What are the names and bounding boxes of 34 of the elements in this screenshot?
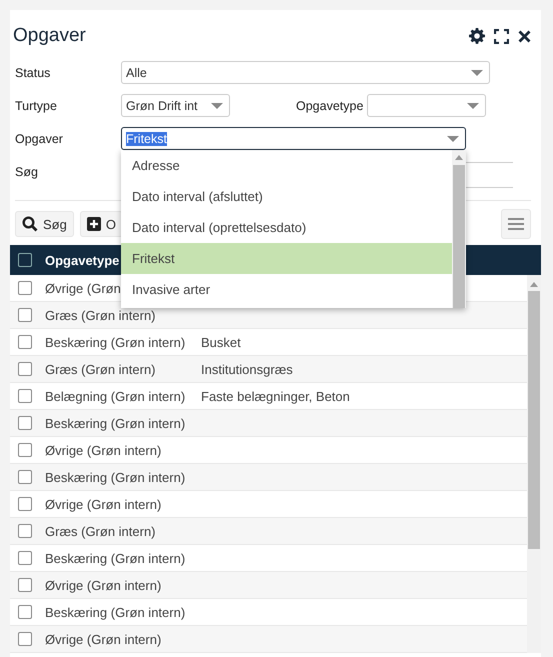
table-cell: Øvrige (Grøn intern) (45, 496, 162, 512)
table-cell: Faste belægninger, Beton (201, 388, 350, 404)
dropdown-option[interactable]: Adresse (121, 150, 452, 181)
table-cell: Belægning (Grøn intern) (45, 388, 186, 404)
field-label: Opgaver (15, 132, 64, 146)
add-button[interactable]: O (80, 211, 123, 237)
dropdown-option[interactable]: Invasive arter (121, 274, 452, 305)
table-cell: Græs (Grøn intern) (45, 308, 156, 322)
dropdown-option[interactable]: Dato interval (afsluttet) (121, 181, 452, 212)
field-label: Status (15, 66, 52, 80)
search-button[interactable]: Søg (15, 211, 74, 237)
table-cell: Øvrige (Grøn intern) (45, 578, 162, 592)
table-cell: Øvrige (Grøn intern) (45, 632, 162, 646)
turtype-dropdown[interactable]: Grøn Drift int (121, 94, 230, 117)
table-cell: Græs (Grøn intern) (45, 362, 156, 376)
table-cell: Øvrige (Grøn (45, 280, 121, 296)
status-dropdown[interactable]: Alle (121, 61, 490, 84)
table-cell: Græs (Grøn intern) (45, 524, 156, 538)
table-cell: Beskæring (Grøn intern) (45, 416, 186, 430)
field-label: Opgavetype (296, 98, 364, 112)
opgaver-dropdown[interactable]: Fritekst (121, 127, 466, 150)
table-cell: Institutionsgræs (201, 362, 293, 376)
dropdown-option[interactable]: Dato interval (oprettelsesdato) (121, 212, 452, 243)
table-cell: Beskæring (Grøn intern) (45, 334, 186, 350)
column-header[interactable]: Opgavetype (45, 252, 120, 268)
field-label: Søg (15, 165, 39, 179)
table-cell: Beskæring (Grøn intern) (45, 550, 186, 566)
table-cell: Øvrige (Grøn intern) (45, 442, 162, 458)
table-cell: Beskæring (Grøn intern) (45, 470, 186, 484)
dropdown-option[interactable]: Fritekst (121, 243, 452, 274)
window-title: Opgaver (13, 25, 86, 47)
table-cell: Busket (201, 334, 241, 350)
field-label: Turtype (15, 98, 58, 112)
table-cell: Beskæring (Grøn intern) (45, 604, 186, 620)
